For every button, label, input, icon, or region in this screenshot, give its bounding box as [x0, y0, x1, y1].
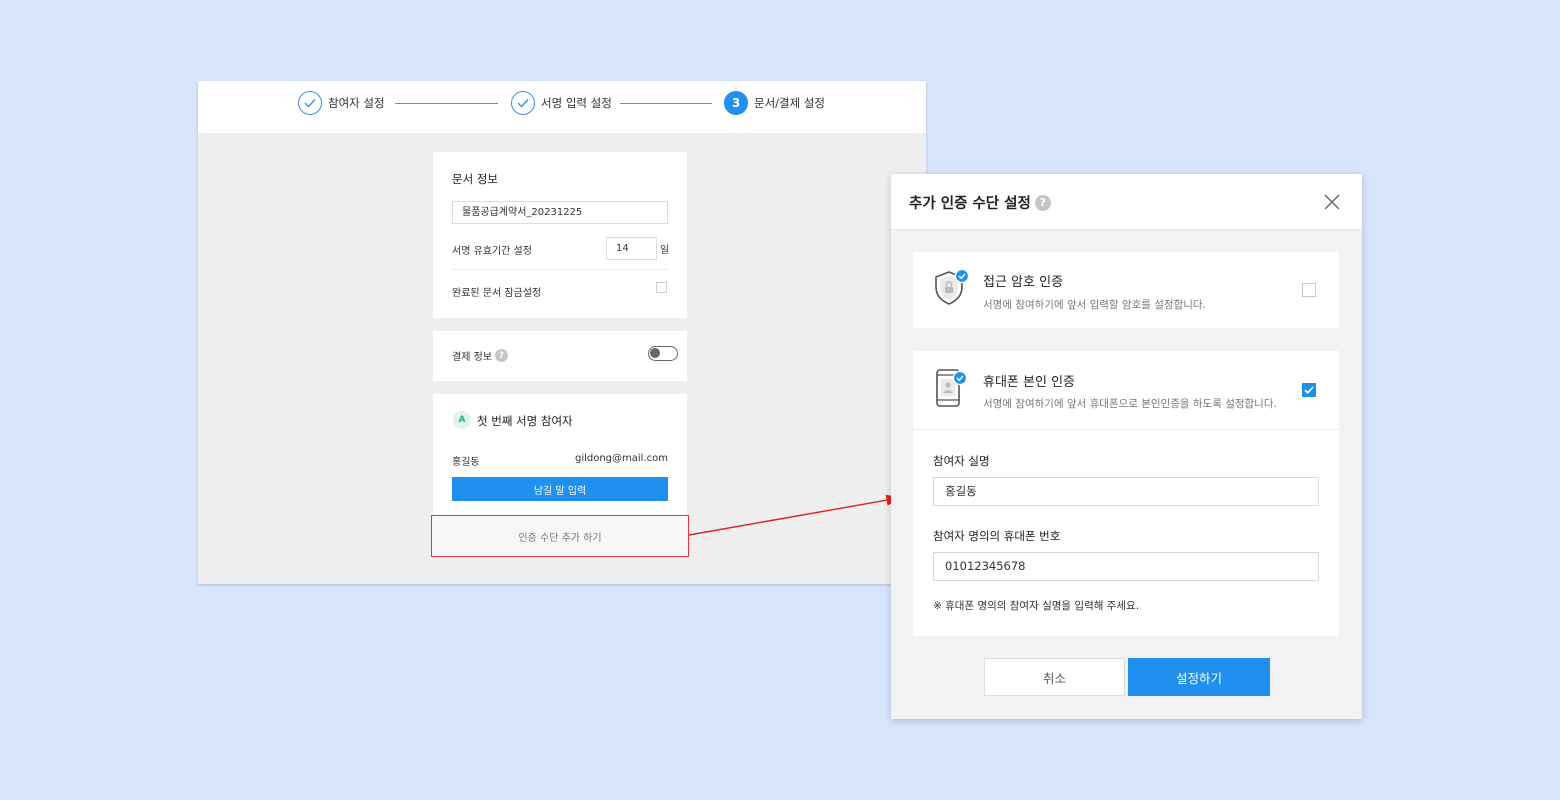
- input-note: ※ 휴대폰 명의의 참여자 실명을 입력해 주세요.: [933, 600, 1140, 612]
- real-name-label: 참여자 실명: [933, 454, 990, 468]
- option-description: 서명에 참여하기에 앞서 입력할 암호를 설정합니다.: [983, 299, 1206, 311]
- option-title: 휴대폰 본인 인증: [983, 375, 1075, 390]
- cancel-button[interactable]: 취소: [984, 658, 1125, 696]
- close-icon[interactable]: [1322, 192, 1342, 212]
- modal-title-row: 추가 인증 수단 설정 ?: [909, 192, 1051, 213]
- option-title: 접근 암호 인증: [983, 275, 1064, 290]
- modal-header: 추가 인증 수단 설정 ?: [891, 174, 1362, 230]
- modal-title: 추가 인증 수단 설정: [909, 196, 1031, 212]
- help-icon[interactable]: ?: [1034, 194, 1051, 211]
- phone-verification-checkbox[interactable]: [1302, 383, 1316, 397]
- phone-verify-icon: [933, 368, 969, 408]
- access-password-checkbox[interactable]: [1302, 283, 1316, 297]
- check-icon: [1304, 386, 1314, 394]
- real-name-input[interactable]: 홍길동: [933, 477, 1319, 506]
- additional-auth-modal: 추가 인증 수단 설정 ? 접근 암호 인증 서명에 참여하기에 앞서 입력할 …: [891, 174, 1362, 719]
- shield-lock-icon: [933, 268, 970, 308]
- divider: [913, 429, 1339, 430]
- phone-number-label: 참여자 명의의 휴대폰 번호: [933, 529, 1061, 543]
- option-description: 서명에 참여하기에 앞서 휴대폰으로 본인인증을 하도록 설정합니다.: [983, 398, 1277, 410]
- phone-verification-option: 휴대폰 본인 인증 서명에 참여하기에 앞서 휴대폰으로 본인인증을 하도록 설…: [913, 351, 1339, 636]
- access-password-option: 접근 암호 인증 서명에 참여하기에 앞서 입력할 암호를 설정합니다.: [913, 252, 1339, 328]
- apply-settings-button[interactable]: 설정하기: [1128, 658, 1270, 696]
- phone-number-input[interactable]: 01012345678: [933, 552, 1319, 581]
